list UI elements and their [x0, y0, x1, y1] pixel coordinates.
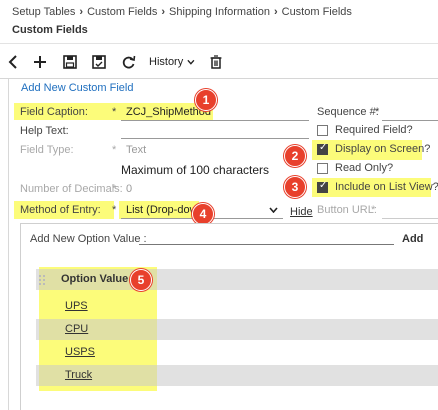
- sequence-label: Sequence #:: [317, 106, 379, 118]
- option-row: Truck: [36, 365, 438, 386]
- page-title: Custom Fields: [12, 24, 88, 36]
- callout-badge-3: 3: [284, 176, 306, 198]
- callout-badge-2: 2: [284, 145, 306, 167]
- add-option-button[interactable]: Add: [402, 233, 423, 245]
- field-type-value: Text: [126, 144, 147, 156]
- chevron-down-icon[interactable]: [269, 207, 278, 213]
- save-close-icon: [92, 55, 106, 69]
- save-icon: [63, 55, 77, 69]
- field-caption-underline: [121, 120, 309, 121]
- breadcrumb-separator-icon: ›: [79, 6, 84, 18]
- option-row: CPU: [36, 319, 438, 340]
- required-marker: *: [375, 106, 380, 118]
- refresh-icon: [122, 55, 135, 69]
- required-marker: *: [112, 204, 117, 216]
- include-list-view-checkbox[interactable]: [317, 180, 328, 193]
- back-arrow-icon: [8, 55, 17, 69]
- field-type-label: Field Type:: [20, 144, 74, 156]
- hide-link[interactable]: Hide: [290, 206, 313, 218]
- field-caption-label: Field Caption:: [20, 106, 88, 118]
- required-marker: *: [112, 183, 117, 195]
- callout-badge-4: 4: [192, 203, 214, 225]
- read-only-checkbox[interactable]: [317, 163, 328, 174]
- breadcrumb-separator-icon: ›: [161, 6, 166, 18]
- option-value-link[interactable]: Truck: [65, 369, 92, 381]
- save-and-close-button[interactable]: [91, 52, 107, 72]
- callout-badge-1: 1: [195, 89, 217, 111]
- delete-button[interactable]: [209, 52, 223, 72]
- option-value-header: Option Value: [61, 273, 129, 285]
- required-field-checkbox[interactable]: [317, 125, 328, 136]
- option-row: UPS: [36, 296, 438, 317]
- trash-icon: [210, 55, 222, 69]
- decimals-label: Number of Decimals:: [20, 183, 123, 195]
- section-title: Add New Custom Field: [21, 82, 134, 94]
- breadcrumb-setup-tables[interactable]: Setup Tables: [12, 6, 75, 18]
- save-button[interactable]: [62, 52, 78, 72]
- breadcrumb-custom-fields[interactable]: Custom Fields: [87, 6, 157, 18]
- chevron-down-icon: [187, 59, 195, 65]
- option-values-panel: Add New Option Value : Add Option Value …: [20, 223, 438, 410]
- breadcrumb: Setup Tables › Custom Fields › Shipping Info…: [12, 6, 352, 18]
- breadcrumb-separator-icon: ›: [273, 6, 278, 18]
- history-menu[interactable]: History: [149, 52, 195, 72]
- history-label: History: [149, 56, 184, 68]
- toolbar: History: [0, 43, 438, 79]
- required-field-label: Required Field?: [335, 124, 413, 136]
- help-text-label: Help Text:: [20, 125, 69, 137]
- required-marker: *: [112, 144, 117, 156]
- decimals-value: 0: [126, 183, 133, 195]
- help-text-input[interactable]: [121, 138, 309, 139]
- required-marker: *: [371, 204, 376, 216]
- callout-badge-5: 5: [130, 269, 152, 291]
- plus-icon: [34, 56, 46, 68]
- breadcrumb-current: Custom Fields: [281, 6, 352, 18]
- display-on-screen-label: Display on Screen?: [335, 143, 431, 155]
- option-header-row: Option Value: [36, 269, 438, 290]
- drag-handle-icon[interactable]: [39, 275, 47, 285]
- option-value-link[interactable]: USPS: [65, 346, 95, 358]
- include-list-view-label: Include on List View?: [335, 181, 438, 193]
- read-only-label: Read Only?: [335, 162, 394, 174]
- add-button[interactable]: [32, 52, 48, 72]
- button-url-input[interactable]: [382, 218, 438, 219]
- option-value-link[interactable]: UPS: [65, 300, 88, 312]
- option-value-link[interactable]: CPU: [65, 323, 88, 335]
- max-chars-note: Maximum of 100 characters: [121, 163, 270, 177]
- required-marker: *: [112, 106, 117, 118]
- back-button[interactable]: [6, 52, 20, 72]
- refresh-button[interactable]: [120, 52, 136, 72]
- add-option-label: Add New Option Value :: [30, 233, 147, 245]
- breadcrumb-shipping-information[interactable]: Shipping Information: [169, 6, 270, 18]
- button-url-label: Button URL:: [317, 204, 377, 216]
- method-of-entry-label: Method of Entry:: [20, 204, 101, 216]
- add-option-input[interactable]: [139, 244, 394, 245]
- sequence-input[interactable]: [382, 120, 438, 121]
- display-on-screen-checkbox[interactable]: [317, 142, 328, 155]
- option-row: USPS: [36, 342, 438, 363]
